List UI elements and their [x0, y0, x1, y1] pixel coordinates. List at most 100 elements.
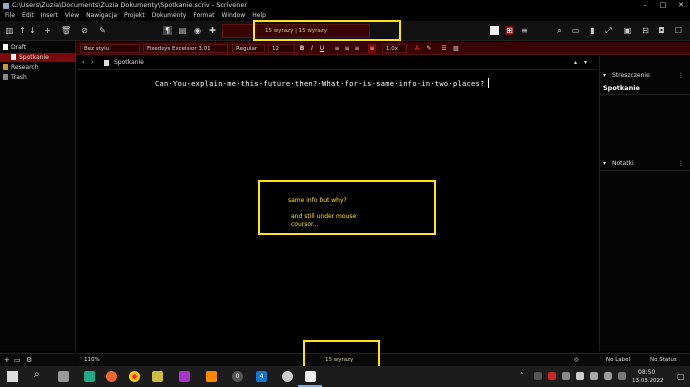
- search-icon[interactable]: ⌕: [34, 369, 40, 380]
- scrivenings-view-icon[interactable]: [490, 26, 499, 35]
- composition-mode-icon[interactable]: ⤢: [604, 26, 613, 35]
- settings-icon[interactable]: ⚙: [26, 354, 32, 366]
- search-icon[interactable]: ⌕: [555, 26, 564, 35]
- task-view-icon[interactable]: [58, 371, 69, 382]
- app-icon[interactable]: [282, 371, 293, 382]
- maximize-button[interactable]: □: [654, 0, 672, 11]
- comments-icon[interactable]: ☐: [674, 26, 683, 35]
- highlight-color-icon[interactable]: ✎: [425, 44, 433, 53]
- folder-add-icon[interactable]: ▭: [14, 354, 21, 366]
- keyboard-icon[interactable]: [618, 372, 626, 380]
- chrome-icon[interactable]: [129, 371, 140, 382]
- compose-icon[interactable]: ✎: [98, 26, 107, 35]
- menu-insert[interactable]: Insert: [41, 11, 58, 21]
- battery-icon[interactable]: [604, 372, 612, 380]
- tray-arrow-icon[interactable]: ˄: [520, 372, 524, 380]
- bold-icon[interactable]: B: [298, 44, 306, 53]
- synopsis-menu-icon[interactable]: ⋮: [678, 72, 684, 79]
- menu-nawigacja[interactable]: Nawigacja: [86, 11, 117, 21]
- binder-item-draft[interactable]: Draft: [0, 43, 76, 52]
- text-color-icon[interactable]: A: [413, 44, 421, 53]
- align-justify-icon[interactable]: ≡: [368, 44, 376, 53]
- status-select[interactable]: No Status: [650, 354, 677, 366]
- quick-reference-icon[interactable]: ¶: [163, 26, 172, 35]
- bullet-list-icon[interactable]: ☰: [440, 44, 448, 53]
- synopsis-toggle-icon[interactable]: ▾: [603, 72, 606, 79]
- tray-app-icon[interactable]: [534, 372, 542, 380]
- link-icon[interactable]: ⊘: [80, 26, 89, 35]
- up-arrow-icon[interactable]: ↑: [18, 26, 27, 35]
- view-mode-icon[interactable]: ▤: [178, 26, 187, 35]
- binder-item-research[interactable]: Research: [0, 63, 76, 72]
- vlc-icon[interactable]: [206, 371, 217, 382]
- folder-icon[interactable]: [152, 371, 163, 382]
- todo-app-icon[interactable]: 4: [256, 371, 267, 382]
- binder-item-spotkanie[interactable]: Spotkanie: [0, 53, 76, 62]
- menu-view[interactable]: View: [65, 11, 79, 21]
- highlight-box-top: [253, 20, 401, 41]
- tray-app-icon[interactable]: [548, 372, 556, 380]
- snapshot-icon[interactable]: ◘: [657, 26, 666, 35]
- network-icon[interactable]: [576, 372, 584, 380]
- tray-app-icon[interactable]: [562, 372, 570, 380]
- file-explorer-icon[interactable]: [84, 371, 95, 382]
- notes-divider: [600, 170, 690, 171]
- editor-text[interactable]: Can·You·explain·me·this·future·then?·Wha…: [155, 80, 485, 88]
- bookmark-icon[interactable]: ⊟: [641, 26, 650, 35]
- size-select[interactable]: 12: [268, 44, 295, 53]
- label-select[interactable]: No Label: [606, 354, 630, 366]
- minimize-button[interactable]: –: [636, 0, 654, 11]
- menu-format[interactable]: Format: [193, 11, 214, 21]
- notes-toggle-icon[interactable]: ▾: [603, 160, 606, 167]
- trash-icon[interactable]: 🗑: [61, 26, 71, 35]
- insert-image-icon[interactable]: ▧: [452, 44, 460, 53]
- line-spacing-select[interactable]: 1.0x: [382, 44, 407, 53]
- menu-projekt[interactable]: Projekt: [124, 11, 145, 21]
- menu-file[interactable]: File: [5, 11, 15, 21]
- down-arrow-icon[interactable]: ↓: [28, 26, 37, 35]
- split-horizontal-icon[interactable]: ▮: [588, 26, 597, 35]
- back-arrow-icon[interactable]: ‹: [82, 56, 84, 70]
- clock-time[interactable]: 08:50: [638, 369, 655, 376]
- firefox-icon[interactable]: [106, 371, 117, 382]
- binder-toggle-icon[interactable]: ▥: [5, 26, 14, 35]
- align-left-icon[interactable]: ≡: [333, 44, 341, 53]
- clock-date[interactable]: 13.03.2022: [632, 378, 664, 384]
- font-select[interactable]: Fixedsys Excelsior 3.01: [143, 44, 228, 53]
- align-center-icon[interactable]: ≡: [343, 44, 351, 53]
- window-controls: – □ ✕: [636, 0, 690, 11]
- menu-window[interactable]: Window: [222, 11, 246, 21]
- italic-icon[interactable]: I: [308, 44, 316, 53]
- split-vertical-icon[interactable]: ▭: [571, 26, 580, 35]
- zoom-select[interactable]: 110%: [84, 354, 100, 366]
- weight-select[interactable]: Regular: [232, 44, 265, 53]
- menu-dokumenty[interactable]: Dokumenty: [152, 11, 187, 21]
- notification-icon[interactable]: ▢: [677, 372, 685, 381]
- clock-app-icon[interactable]: 0: [232, 371, 243, 382]
- forward-arrow-icon[interactable]: ›: [91, 56, 93, 70]
- style-select[interactable]: Bez stylu: [80, 44, 140, 53]
- up-arrow-icon[interactable]: ▴: [574, 56, 577, 70]
- microphone-icon[interactable]: ◉: [193, 26, 202, 35]
- binder-item-trash[interactable]: Trash: [0, 73, 76, 82]
- inspector-notes-icon[interactable]: ▣: [623, 26, 632, 35]
- synopsis-title[interactable]: Spotkanie: [603, 84, 640, 92]
- underline-icon[interactable]: U: [318, 44, 326, 53]
- outliner-view-icon[interactable]: ≡: [520, 26, 529, 35]
- align-right-icon[interactable]: ≡: [353, 44, 361, 53]
- document-icon: [11, 54, 16, 60]
- down-arrow-icon[interactable]: ▾: [584, 56, 587, 70]
- windows-start-icon[interactable]: [7, 371, 18, 382]
- paint-icon[interactable]: [179, 371, 190, 382]
- add-icon[interactable]: +: [4, 354, 10, 366]
- close-button[interactable]: ✕: [672, 0, 690, 11]
- volume-icon[interactable]: [590, 372, 598, 380]
- notes-menu-icon[interactable]: ⋮: [678, 160, 684, 167]
- corkboard-view-icon[interactable]: ⊞: [505, 26, 514, 35]
- scrivener-taskbar-icon[interactable]: [305, 371, 316, 382]
- add-icon[interactable]: +: [43, 26, 52, 35]
- comment-icon[interactable]: ✚: [208, 26, 217, 35]
- annotation-line-1: same info but why?: [288, 197, 347, 204]
- menu-edit[interactable]: Edit: [22, 11, 34, 21]
- target-icon[interactable]: ◎: [574, 354, 579, 366]
